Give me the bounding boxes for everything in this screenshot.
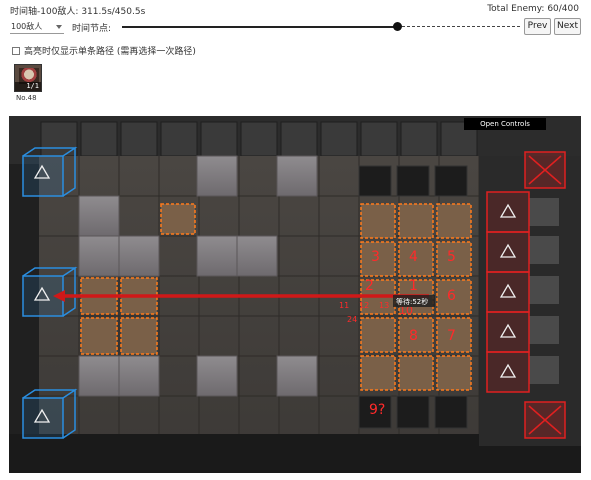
next-button[interactable]: Next — [554, 18, 581, 35]
label-7: 7 — [447, 328, 456, 344]
timeline-info: 时间轴-100敌人: 311.5s/450.5s — [10, 7, 146, 17]
time-node-label: 时间节点: — [72, 24, 112, 34]
red-spawn-column — [486, 191, 530, 393]
enemy-card[interactable]: 1/1 — [14, 64, 42, 92]
enemy-number: No.48 — [16, 94, 37, 102]
label-1: 1 — [409, 278, 418, 294]
label-5: 5 — [447, 249, 456, 265]
label-8: 8 — [409, 328, 418, 344]
prev-button[interactable]: Prev — [524, 18, 551, 35]
wait-timer: 等待:52秒 — [396, 297, 428, 306]
open-controls-button[interactable]: Open Controls — [464, 118, 546, 130]
total-enemy-count: Total Enemy: 60/400 — [487, 4, 579, 14]
wall-blocks — [40, 121, 478, 157]
label-2: 2 — [365, 278, 374, 294]
slider-fill — [122, 26, 397, 28]
label-24: 24 — [347, 315, 357, 324]
enemy-count-select[interactable]: 100敌人 — [10, 20, 64, 34]
chevron-down-icon — [56, 25, 62, 29]
enemy-count-select-value: 100敌人 — [11, 22, 43, 31]
label-4: 4 — [409, 249, 418, 265]
label-6: 6 — [447, 288, 456, 304]
highlight-checkbox[interactable] — [12, 46, 20, 55]
enemy-card-count: 1/1 — [15, 82, 41, 91]
label-12: 12 — [359, 301, 369, 310]
highlight-option[interactable]: 高亮时仅显示单条路径 (需再选择一次路径) — [12, 44, 196, 57]
timeline-controls: 100敌人 时间节点: Prev Next — [10, 18, 581, 36]
highlight-option-label: 高亮时仅显示单条路径 (需再选择一次路径) — [24, 47, 196, 57]
time-node-slider[interactable] — [122, 22, 520, 31]
label-3: 3 — [371, 249, 380, 265]
label-11: 11 — [339, 301, 349, 310]
game-map[interactable]: 3 4 5 2 1 6 10 8 7 9? 11 12 13 24 等待:52秒… — [9, 116, 581, 473]
label-13: 13 — [379, 301, 389, 310]
spawn-machines — [529, 198, 559, 384]
slider-handle[interactable] — [392, 22, 402, 31]
map-canvas: 3 4 5 2 1 6 10 8 7 9? 11 12 13 24 等待:52秒 — [9, 116, 581, 473]
label-9: 9? — [369, 402, 385, 418]
